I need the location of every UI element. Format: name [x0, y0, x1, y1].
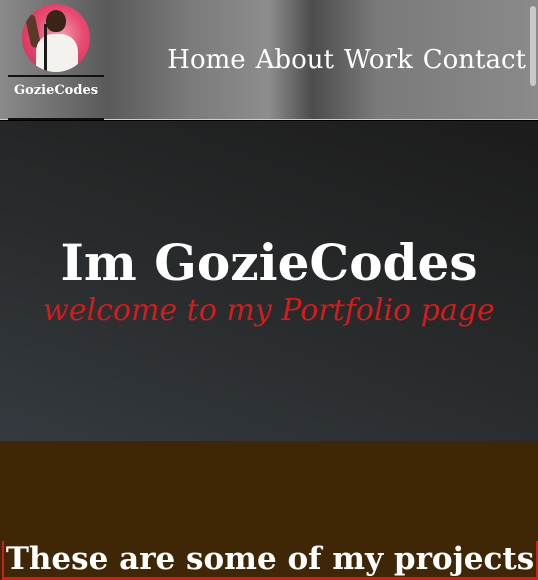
brand-name: GozieCodes	[13, 83, 99, 98]
avatar	[22, 4, 90, 72]
nav-home-link[interactable]: Home	[167, 40, 245, 80]
header-scrollbar[interactable]	[530, 6, 536, 86]
page: GozieCodes Home About Work Contact Im Go…	[0, 0, 538, 580]
nav-about-link[interactable]: About	[256, 40, 334, 80]
projects-section: These are some of my projects	[0, 441, 538, 580]
brand[interactable]: GozieCodes	[6, 2, 106, 120]
hero-title: Im GozieCodes	[60, 233, 478, 292]
nav-contact-link[interactable]: Contact	[423, 40, 526, 80]
divider	[8, 118, 104, 120]
microphone-stand	[44, 24, 47, 72]
site-header: GozieCodes Home About Work Contact	[0, 0, 538, 120]
hero-subtitle: welcome to my Portfolio page	[43, 293, 495, 328]
divider	[8, 75, 104, 77]
hero-section: Im GozieCodes welcome to my Portfolio pa…	[0, 121, 538, 441]
nav-work-link[interactable]: Work	[344, 40, 413, 80]
projects-heading: These are some of my projects	[2, 541, 538, 580]
main-nav: Home About Work Contact	[167, 40, 526, 80]
